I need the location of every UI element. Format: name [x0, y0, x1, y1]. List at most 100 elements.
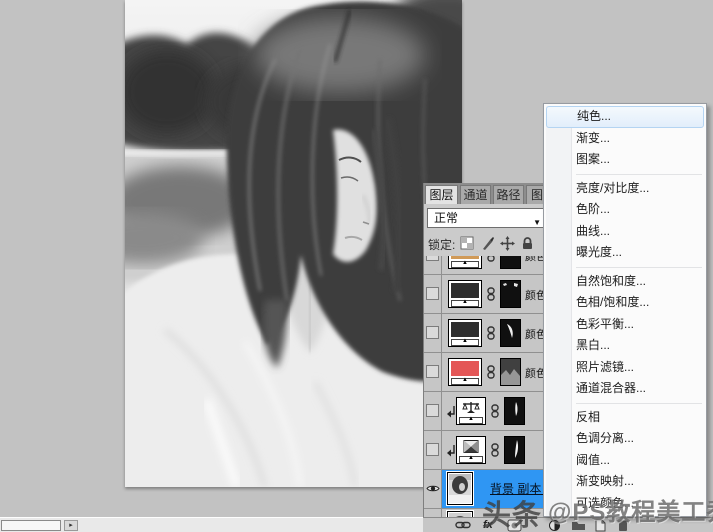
visibility-well[interactable] [424, 353, 442, 391]
layer-name: 颜色 [525, 368, 544, 380]
tab-paths[interactable]: 路径 [493, 185, 524, 204]
visibility-checkbox[interactable] [426, 287, 439, 300]
lock-image-pixels-icon[interactable] [480, 236, 495, 251]
layers-panel-bottom-bar: fx [423, 517, 713, 532]
zoom-level-field[interactable] [1, 520, 61, 531]
new-adjustment-layer-icon[interactable] [548, 519, 561, 532]
clipping-mask-arrow-icon [447, 445, 455, 457]
panel-tab-bar: 图层 通道 路径 图层 [424, 183, 560, 204]
visibility-well[interactable] [424, 470, 442, 508]
blend-mode-value: 正常 [434, 211, 459, 225]
menu-item-photo-filter[interactable]: 照片滤镜... [544, 357, 706, 379]
visibility-checkbox[interactable] [426, 443, 439, 456]
layer-mask-thumbnail[interactable] [500, 358, 521, 386]
menu-separator [544, 264, 706, 271]
layer-mask-thumbnail[interactable] [504, 397, 525, 425]
layer-row-fill-red[interactable]: 颜色 [424, 353, 544, 392]
menu-item-solid-color[interactable]: 纯色... [546, 106, 704, 128]
visibility-checkbox[interactable] [426, 404, 439, 417]
delete-layer-trash-icon[interactable] [617, 519, 629, 532]
image-layer-thumbnail[interactable] [446, 471, 474, 506]
layer-row-background-copy-2[interactable]: 背景 副本 2 [424, 470, 544, 509]
menu-item-invert[interactable]: 反相 [544, 407, 706, 429]
lock-all-icon[interactable] [520, 236, 535, 251]
layer-list: 颜色 颜色 [424, 256, 544, 517]
layer-name: 颜色 [525, 329, 544, 341]
menu-item-posterize[interactable]: 色调分离... [544, 428, 706, 450]
link-icon [491, 443, 499, 457]
lock-label: 锁定: [428, 238, 456, 252]
layer-row-fill-dark-1[interactable]: 颜色 [424, 275, 544, 314]
link-icon [487, 287, 495, 301]
fill-layer-thumbnail[interactable] [448, 256, 482, 269]
layer-row-fill-dark-2[interactable]: 颜色 [424, 314, 544, 353]
layer-row-gradient-map[interactable] [424, 431, 544, 470]
layer-mask-thumbnail[interactable] [500, 319, 521, 347]
menu-item-levels[interactable]: 色阶... [544, 199, 706, 221]
link-icon [487, 256, 495, 262]
new-layer-icon[interactable] [594, 519, 607, 532]
eye-icon[interactable] [426, 484, 440, 493]
visibility-well[interactable] [424, 509, 442, 517]
visibility-checkbox[interactable] [426, 326, 439, 339]
tab-channels[interactable]: 通道 [460, 185, 491, 204]
menu-separator [544, 400, 706, 407]
layer-mask-thumbnail[interactable] [500, 256, 521, 269]
menu-item-color-balance[interactable]: 色彩平衡... [544, 314, 706, 336]
layer-mask-thumbnail[interactable] [500, 280, 521, 308]
new-group-folder-icon[interactable] [571, 519, 586, 531]
fill-layer-thumbnail[interactable] [448, 358, 482, 386]
menu-item-hue-saturation[interactable]: 色相/饱和度... [544, 292, 706, 314]
visibility-well[interactable] [424, 392, 442, 430]
clipping-mask-arrow-icon [447, 406, 455, 418]
menu-item-threshold[interactable]: 阈值... [544, 450, 706, 472]
fill-layer-thumbnail[interactable] [448, 280, 482, 308]
menu-item-selective-color[interactable]: 可选颜色... [544, 493, 706, 515]
layer-name: 背景 副本 2 [490, 482, 544, 496]
link-icon [487, 365, 495, 379]
chevron-down-icon: ▼ [533, 218, 541, 227]
link-icon [487, 326, 495, 340]
lock-position-icon[interactable] [500, 236, 515, 251]
menu-item-black-white[interactable]: 黑白... [544, 335, 706, 357]
link-icon [491, 404, 499, 418]
visibility-checkbox[interactable] [426, 256, 439, 261]
adjustment-layer-thumbnail[interactable] [456, 397, 486, 425]
blend-mode-dropdown[interactable]: 正常 ▼ [427, 208, 546, 228]
menu-item-brightness-contrast[interactable]: 亮度/对比度... [544, 178, 706, 200]
layer-name: 颜色 [525, 256, 544, 263]
layer-name: 颜色 [525, 290, 544, 302]
new-adjustment-layer-menu: 纯色... 渐变... 图案... 亮度/对比度... 色阶... 曲线... … [543, 103, 707, 517]
menu-item-pattern[interactable]: 图案... [544, 149, 706, 171]
menu-item-exposure[interactable]: 曝光度... [544, 242, 706, 264]
layer-row-color-balance[interactable] [424, 392, 544, 431]
lock-transparent-pixels-icon[interactable] [460, 236, 475, 251]
menu-item-channel-mixer[interactable]: 通道混合器... [544, 378, 706, 400]
portrait-photo [125, 0, 462, 487]
menu-item-gradient-map[interactable]: 渐变映射... [544, 471, 706, 493]
visibility-well[interactable] [424, 314, 442, 352]
visibility-well[interactable] [424, 431, 442, 469]
document-canvas[interactable] [125, 0, 462, 487]
blend-mode-row: 正常 ▼ [424, 204, 546, 231]
add-layer-mask-icon[interactable] [507, 519, 522, 532]
menu-item-vibrance[interactable]: 自然饱和度... [544, 271, 706, 293]
layers-panel: 图层 通道 路径 图层 正常 ▼ 锁定: [423, 183, 560, 517]
visibility-checkbox[interactable] [426, 365, 439, 378]
gradient-map-icon [463, 440, 479, 453]
visibility-well[interactable] [424, 256, 442, 274]
visibility-well[interactable] [424, 275, 442, 313]
menu-item-curves[interactable]: 曲线... [544, 221, 706, 243]
status-options-button[interactable]: ▸ [64, 520, 78, 531]
layer-row-partial[interactable] [424, 509, 544, 517]
link-layers-icon[interactable] [455, 519, 471, 531]
layer-row-fill-orange[interactable]: 颜色 [424, 256, 544, 275]
layer-style-fx-icon[interactable]: fx [483, 519, 493, 532]
adjustment-layer-thumbnail[interactable] [456, 436, 486, 464]
menu-item-gradient[interactable]: 渐变... [544, 128, 706, 150]
lock-row: 锁定: [424, 231, 544, 256]
tab-layers[interactable]: 图层 [425, 185, 458, 204]
menu-separator [544, 171, 706, 178]
layer-mask-thumbnail[interactable] [504, 436, 525, 464]
fill-layer-thumbnail[interactable] [448, 319, 482, 347]
